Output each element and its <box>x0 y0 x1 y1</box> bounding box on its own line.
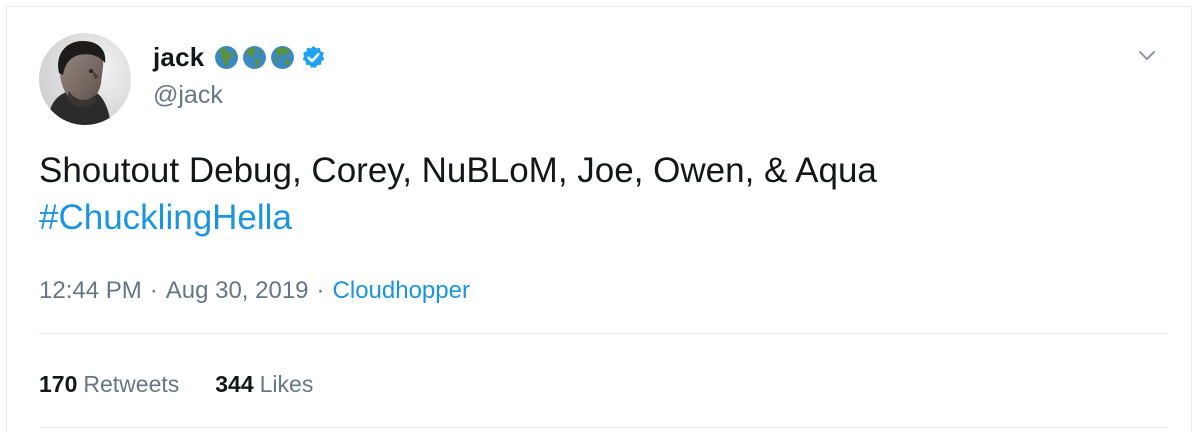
page: jack @jack Shoutout Debug, Corey, NuBLoM… <box>0 0 1200 431</box>
retweets-count: 170 <box>39 371 78 397</box>
meta-separator: · <box>316 277 325 304</box>
avatar[interactable] <box>39 33 131 125</box>
tweet-date[interactable]: Aug 30, 2019 <box>166 277 309 305</box>
tweet-card: jack @jack Shoutout Debug, Corey, NuBLoM… <box>6 6 1192 431</box>
retweets-label: Retweets <box>83 371 180 397</box>
display-name[interactable]: jack <box>153 42 204 73</box>
likes-stat[interactable]: 344 Likes <box>215 371 313 398</box>
tweet-meta: 12:44 PM · Aug 30, 2019 · Cloudhopper <box>39 277 470 305</box>
globe-americas-icon <box>243 45 267 69</box>
divider-top <box>39 333 1167 334</box>
tweet-body: Shoutout Debug, Corey, NuBLoM, Joe, Owen… <box>39 151 877 190</box>
source-link[interactable]: Cloudhopper <box>333 277 470 305</box>
name-emojis <box>214 45 326 70</box>
name-row: jack <box>153 39 326 75</box>
hashtag-link[interactable]: #ChucklingHella <box>39 194 1159 241</box>
meta-separator: · <box>149 277 158 304</box>
likes-count: 344 <box>215 371 254 397</box>
tweet-stats: 170 Retweets 344 Likes <box>39 371 349 398</box>
globe-asia-icon <box>271 45 295 69</box>
verified-badge-icon <box>302 45 325 68</box>
globe-africa-icon <box>215 45 239 69</box>
chevron-down-icon[interactable] <box>1135 43 1159 67</box>
avatar-photo <box>39 33 131 125</box>
retweets-stat[interactable]: 170 Retweets <box>39 371 179 398</box>
tweet-time[interactable]: 12:44 PM <box>39 277 142 305</box>
handle[interactable]: @jack <box>153 81 223 110</box>
divider-bottom <box>39 427 1167 428</box>
tweet-text: Shoutout Debug, Corey, NuBLoM, Joe, Owen… <box>39 147 1159 241</box>
likes-label: Likes <box>259 371 314 397</box>
